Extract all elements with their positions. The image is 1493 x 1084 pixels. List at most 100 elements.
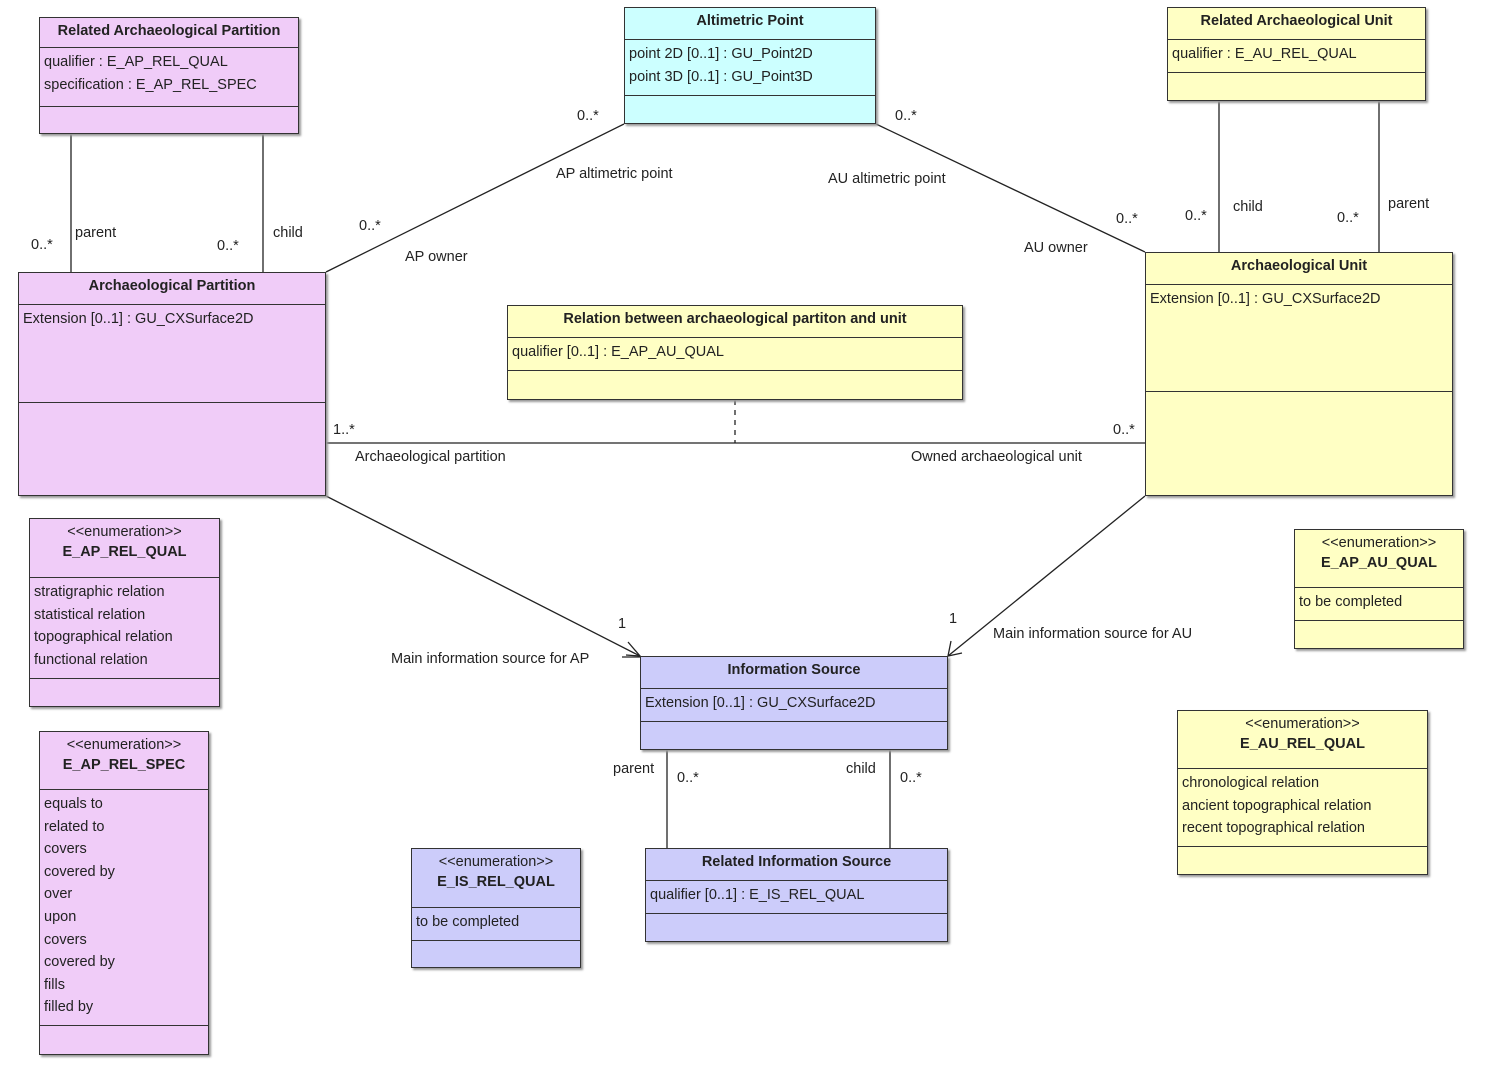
role-label: parent [613, 761, 655, 777]
class-name: Archaeological Partition [88, 278, 256, 294]
class-header: <<enumeration>> E_AP_REL_QUAL [30, 519, 219, 578]
class-header: Altimetric Point [625, 8, 875, 40]
role-label: AP owner [405, 249, 468, 265]
role-label: Archaeological partition [355, 449, 506, 465]
enum-literal: filled by [44, 999, 94, 1016]
class-rap[interactable]: Related Archaeological Partition qualifie… [39, 17, 299, 134]
stereotype-label: <<enumeration>> [438, 854, 554, 870]
attributes-compartment: to be completed [412, 908, 580, 941]
role-label: child [846, 761, 876, 777]
operations-compartment [625, 96, 875, 125]
enum-literal: recent topographical relation [1182, 820, 1365, 837]
enum-literal: to be completed [1299, 594, 1403, 610]
attributes-compartment: qualifier : E_AU_REL_QUAL [1168, 40, 1425, 73]
class-rau[interactable]: Related Archaeological Unit qualifier : E… [1167, 7, 1426, 101]
ap-altimetric-line [325, 123, 625, 273]
class-name: Related Archaeological Partition [57, 23, 281, 39]
class-name: E_AU_REL_QUAL [1240, 736, 1365, 752]
class-ris[interactable]: Related Information Source qualifier [0..… [645, 848, 948, 942]
role-label: Main information source for AP [391, 651, 590, 667]
class-header: Related Information Source [646, 849, 947, 881]
class-name: E_IS_REL_QUAL [437, 874, 555, 890]
multiplicity-label: 1..* [333, 422, 355, 438]
class-header: <<enumeration>> E_AU_REL_QUAL [1178, 711, 1427, 769]
attribute: qualifier [0..1] : E_IS_REL_QUAL [650, 887, 865, 903]
enum-literal: equals to [44, 796, 103, 812]
stereotype-label: <<enumeration>> [1245, 716, 1360, 732]
enum-literal: to be completed [416, 914, 520, 930]
enum-literal: upon [44, 908, 77, 925]
stereotype-label: <<enumeration>> [1321, 535, 1437, 551]
operations-compartment [30, 679, 219, 708]
attribute: qualifier : E_AU_REL_QUAL [1172, 46, 1357, 62]
attributes-compartment: qualifier [0..1] : E_IS_REL_QUAL [646, 881, 947, 914]
operations-compartment [1168, 73, 1425, 102]
multiplicity-label: 0..* [900, 770, 922, 786]
ap-source-line [325, 495, 641, 657]
class-header: Archaeological Unit [1146, 253, 1452, 285]
enumeration-eaprq[interactable]: <<enumeration>> E_AP_REL_QUAL stratigraphi… [29, 518, 220, 707]
attribute: qualifier [0..1] : E_AP_AU_QUAL [512, 344, 724, 360]
multiplicity-label: 0..* [677, 770, 699, 786]
attributes-compartment: Extension [0..1] : GU_CXSurface2D [1146, 285, 1452, 392]
operations-compartment [1146, 392, 1452, 497]
attributes-compartment: point 2D [0..1] : GU_Point2D point 3D [0.… [625, 40, 875, 96]
class-header: <<enumeration>> E_IS_REL_QUAL [412, 849, 580, 908]
multiplicity-label: 0..* [1337, 210, 1359, 226]
operations-compartment [641, 722, 947, 751]
multiplicity-label: 1 [618, 616, 627, 632]
multiplicity-label: 0..* [1185, 208, 1207, 224]
attribute: specification : E_AP_REL_SPEC [44, 76, 257, 93]
stereotype-label: <<enumeration>> [67, 524, 182, 540]
class-header: Related Archaeological Unit [1168, 8, 1425, 40]
class-is[interactable]: Information Source Extension [0..1] : GU_… [640, 656, 948, 750]
class-header: <<enumeration>> E_AP_REL_SPEC [40, 732, 208, 790]
enum-literal: covers [44, 931, 87, 948]
role-label: child [273, 225, 303, 241]
role-label: Owned archaeological unit [911, 449, 1082, 465]
role-label: parent [75, 225, 117, 241]
attribute: point 2D [0..1] : GU_Point2D [629, 46, 813, 62]
class-header: Relation between archaeological partiton… [508, 306, 962, 338]
role-label: AU owner [1024, 240, 1088, 256]
class-alt[interactable]: Altimetric Point point 2D [0..1] : GU_Poi… [624, 7, 876, 124]
multiplicity-label: 0..* [1116, 211, 1138, 227]
multiplicity-label: 0..* [577, 108, 599, 124]
enumeration-eis[interactable]: <<enumeration>> E_IS_REL_QUALto be comple… [411, 848, 581, 968]
class-ap[interactable]: Archaeological Partition Extension [0..1]… [18, 272, 326, 496]
uml-class-diagram: Related Archaeological Partition qualifie… [0, 0, 1493, 1084]
class-name: E_AP_AU_QUAL [1320, 555, 1438, 571]
operations-compartment [646, 914, 947, 943]
attributes-compartment: Extension [0..1] : GU_CXSurface2D [641, 689, 947, 722]
multiplicity-label: 0..* [31, 237, 53, 253]
role-label: parent [1388, 196, 1430, 212]
multiplicity-label: 0..* [1113, 422, 1135, 438]
class-rel[interactable]: Relation between archaeological partiton… [507, 305, 963, 400]
enumeration-eapau[interactable]: <<enumeration>> E_AP_AU_QUALto be complet… [1294, 529, 1464, 649]
attributes-compartment: to be completed [1295, 588, 1463, 621]
enum-literal: covered by [44, 954, 115, 971]
attribute: Extension [0..1] : GU_CXSurface2D [23, 311, 254, 327]
operations-compartment [412, 941, 580, 969]
class-name: Altimetric Point [696, 13, 804, 29]
attribute: Extension [0..1] : GU_CXSurface2D [645, 695, 876, 711]
class-header: Information Source [641, 657, 947, 689]
enum-literal: over [44, 886, 73, 903]
role-label: child [1233, 199, 1263, 215]
class-name: E_AP_REL_QUAL [62, 544, 187, 560]
operations-compartment [40, 1026, 208, 1056]
enum-literal: ancient topographical relation [1182, 797, 1372, 814]
class-name: Related Information Source [701, 854, 892, 870]
enumeration-eaurq[interactable]: <<enumeration>> E_AU_REL_QUAL chronologica… [1177, 710, 1428, 875]
attributes-compartment: stratigraphic relation statistical relati… [30, 578, 219, 679]
enum-literal: chronological relation [1182, 775, 1320, 791]
class-name: E_AP_REL_SPEC [62, 757, 186, 773]
class-au[interactable]: Archaeological Unit Extension [0..1] : GU… [1145, 252, 1453, 496]
au-altimetric-line [875, 123, 1146, 253]
enumeration-eaprs[interactable]: <<enumeration>> E_AP_REL_SPEC equals to rel… [39, 731, 209, 1055]
operations-compartment [1295, 621, 1463, 650]
enum-literal: covers [44, 841, 87, 858]
attribute: qualifier : E_AP_REL_QUAL [44, 54, 228, 70]
class-name: Archaeological Unit [1230, 258, 1368, 274]
attribute: Extension [0..1] : GU_CXSurface2D [1150, 291, 1381, 307]
